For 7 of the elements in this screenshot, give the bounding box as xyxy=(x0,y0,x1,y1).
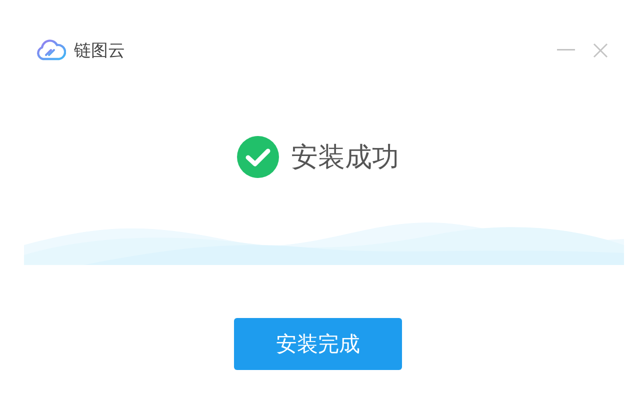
check-icon xyxy=(237,136,279,178)
minimize-icon[interactable] xyxy=(557,49,575,51)
close-icon[interactable] xyxy=(593,42,608,58)
finish-button[interactable]: 安装完成 xyxy=(234,318,402,370)
cloud-link-icon xyxy=(36,39,66,61)
app-title: 链图云 xyxy=(74,40,125,62)
status-text: 安装成功 xyxy=(291,141,399,175)
